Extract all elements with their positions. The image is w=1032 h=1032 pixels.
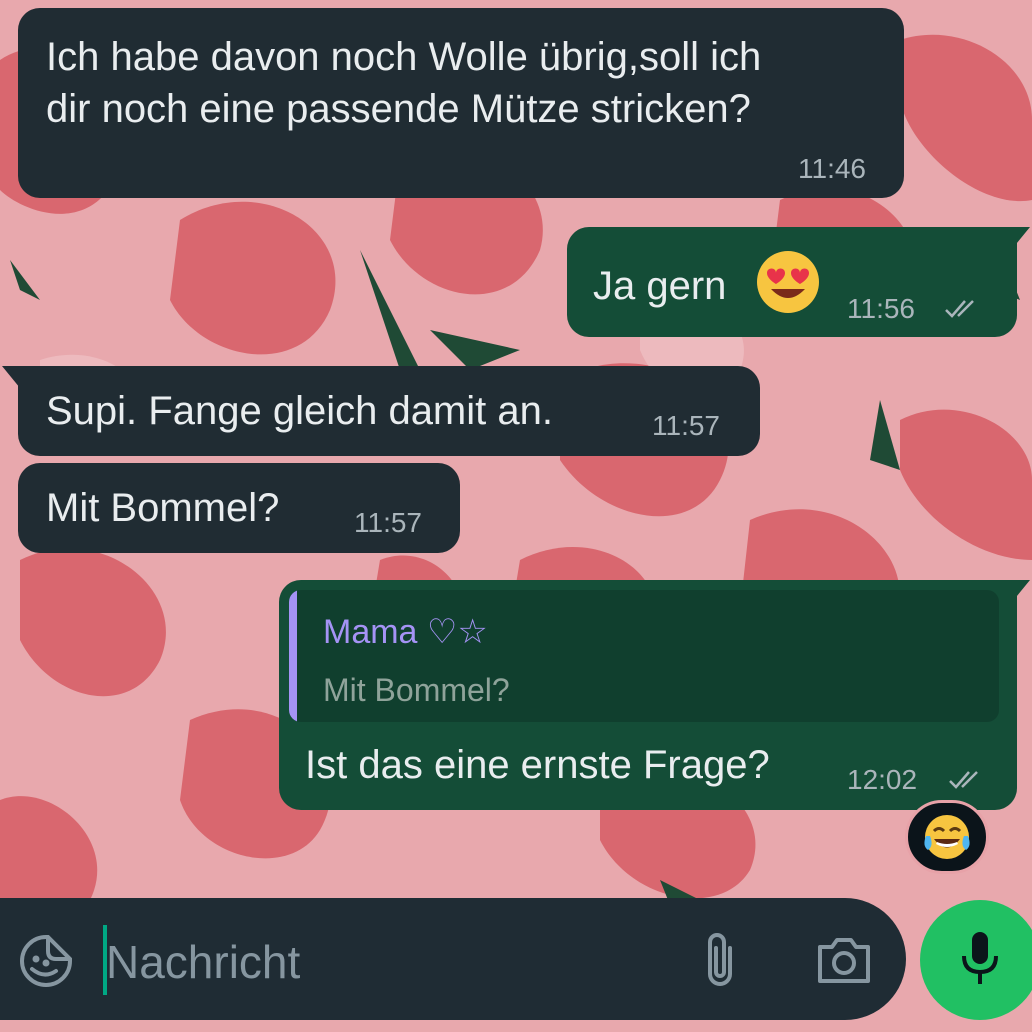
- tears-of-joy-emoji-icon: [924, 815, 970, 859]
- quote-author: Mama ♡☆: [323, 613, 488, 651]
- message-bubble-incoming[interactable]: Ich habe davon noch Wolle übrig,soll ich…: [18, 8, 904, 198]
- message-input[interactable]: Nachricht: [106, 935, 300, 989]
- message-time: 11:57: [652, 410, 720, 441]
- message-time: 12:02: [847, 764, 918, 795]
- camera-icon[interactable]: [816, 935, 872, 985]
- message-reaction[interactable]: [905, 800, 989, 874]
- message-time: 11:46: [798, 153, 866, 184]
- message-text: Ist das eine ernste Frage?: [305, 743, 770, 787]
- microphone-icon: [962, 932, 998, 984]
- voice-message-button[interactable]: [920, 900, 1032, 1020]
- message-bubble-outgoing[interactable]: Mama ♡☆ Mit Bommel? Ist das eine ernste …: [279, 580, 1017, 810]
- bubble-tail: [1012, 227, 1030, 249]
- bubble-tail: [1012, 580, 1030, 602]
- message-text: Mit Bommel?: [46, 486, 280, 530]
- message-bubble-incoming[interactable]: Mit Bommel? 11:57: [18, 463, 460, 553]
- message-text: Ja gern: [593, 264, 727, 308]
- read-ticks-icon: [949, 771, 978, 789]
- quote-accent-bar: [289, 590, 297, 722]
- paperclip-icon[interactable]: [700, 928, 740, 992]
- message-bubble-incoming[interactable]: Supi. Fange gleich damit an. 11:57: [18, 366, 760, 456]
- read-ticks-icon: [945, 300, 974, 318]
- message-bubble-outgoing[interactable]: Ja gern 11:56: [567, 227, 1017, 337]
- sticker-icon[interactable]: [18, 933, 74, 989]
- bubble-tail: [2, 366, 20, 388]
- message-time: 11:57: [354, 507, 422, 538]
- message-time: 11:56: [847, 293, 915, 324]
- quoted-message[interactable]: Mama ♡☆ Mit Bommel?: [289, 590, 999, 722]
- message-text: dir noch eine passende Mütze stricken?: [46, 87, 751, 131]
- quote-text: Mit Bommel?: [323, 672, 510, 708]
- message-text: Ich habe davon noch Wolle übrig,soll ich: [46, 35, 762, 79]
- heart-eyes-emoji-icon: [757, 251, 819, 313]
- message-text: Supi. Fange gleich damit an.: [46, 389, 553, 433]
